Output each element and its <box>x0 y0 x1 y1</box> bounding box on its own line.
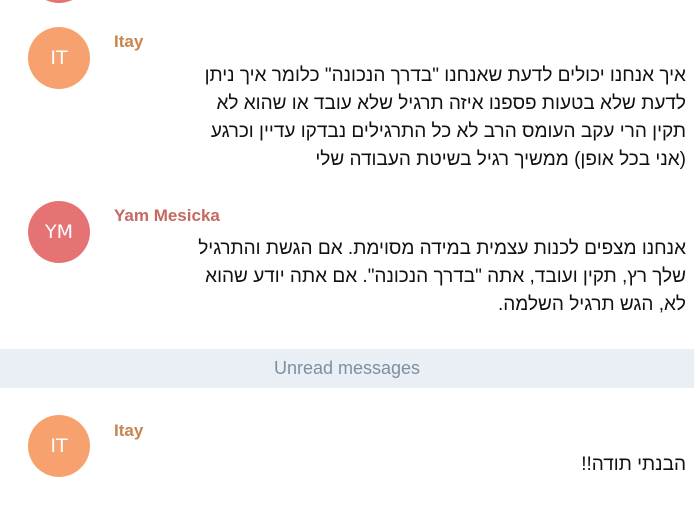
avatar[interactable]: YM <box>28 201 90 263</box>
message-author[interactable]: Yam Mesicka <box>114 206 220 226</box>
avatar[interactable]: IT <box>28 415 90 477</box>
message-author[interactable]: Itay <box>114 32 143 52</box>
unread-divider-label: Unread messages <box>273 358 421 378</box>
message-text: הבנתי תודה!! <box>581 454 686 475</box>
avatar-initials: IT <box>50 47 68 69</box>
avatar-partial <box>28 0 90 3</box>
message-text: איך אנחנו יכולים לדעת שאנחנו "בדרך הנכונ… <box>204 65 686 170</box>
message-author[interactable]: Itay <box>114 421 143 441</box>
message-text: אנחנו מצפים לכנות עצמית במידה מסוימת. אם… <box>198 238 686 315</box>
avatar[interactable]: IT <box>28 27 90 89</box>
avatar-initials: IT <box>50 435 68 457</box>
avatar-initials: YM <box>45 221 73 243</box>
unread-divider: Unread messages <box>0 349 694 388</box>
chat-panel: IT Itay איך אנחנו יכולים לדעת שאנחנו "בד… <box>0 0 694 528</box>
